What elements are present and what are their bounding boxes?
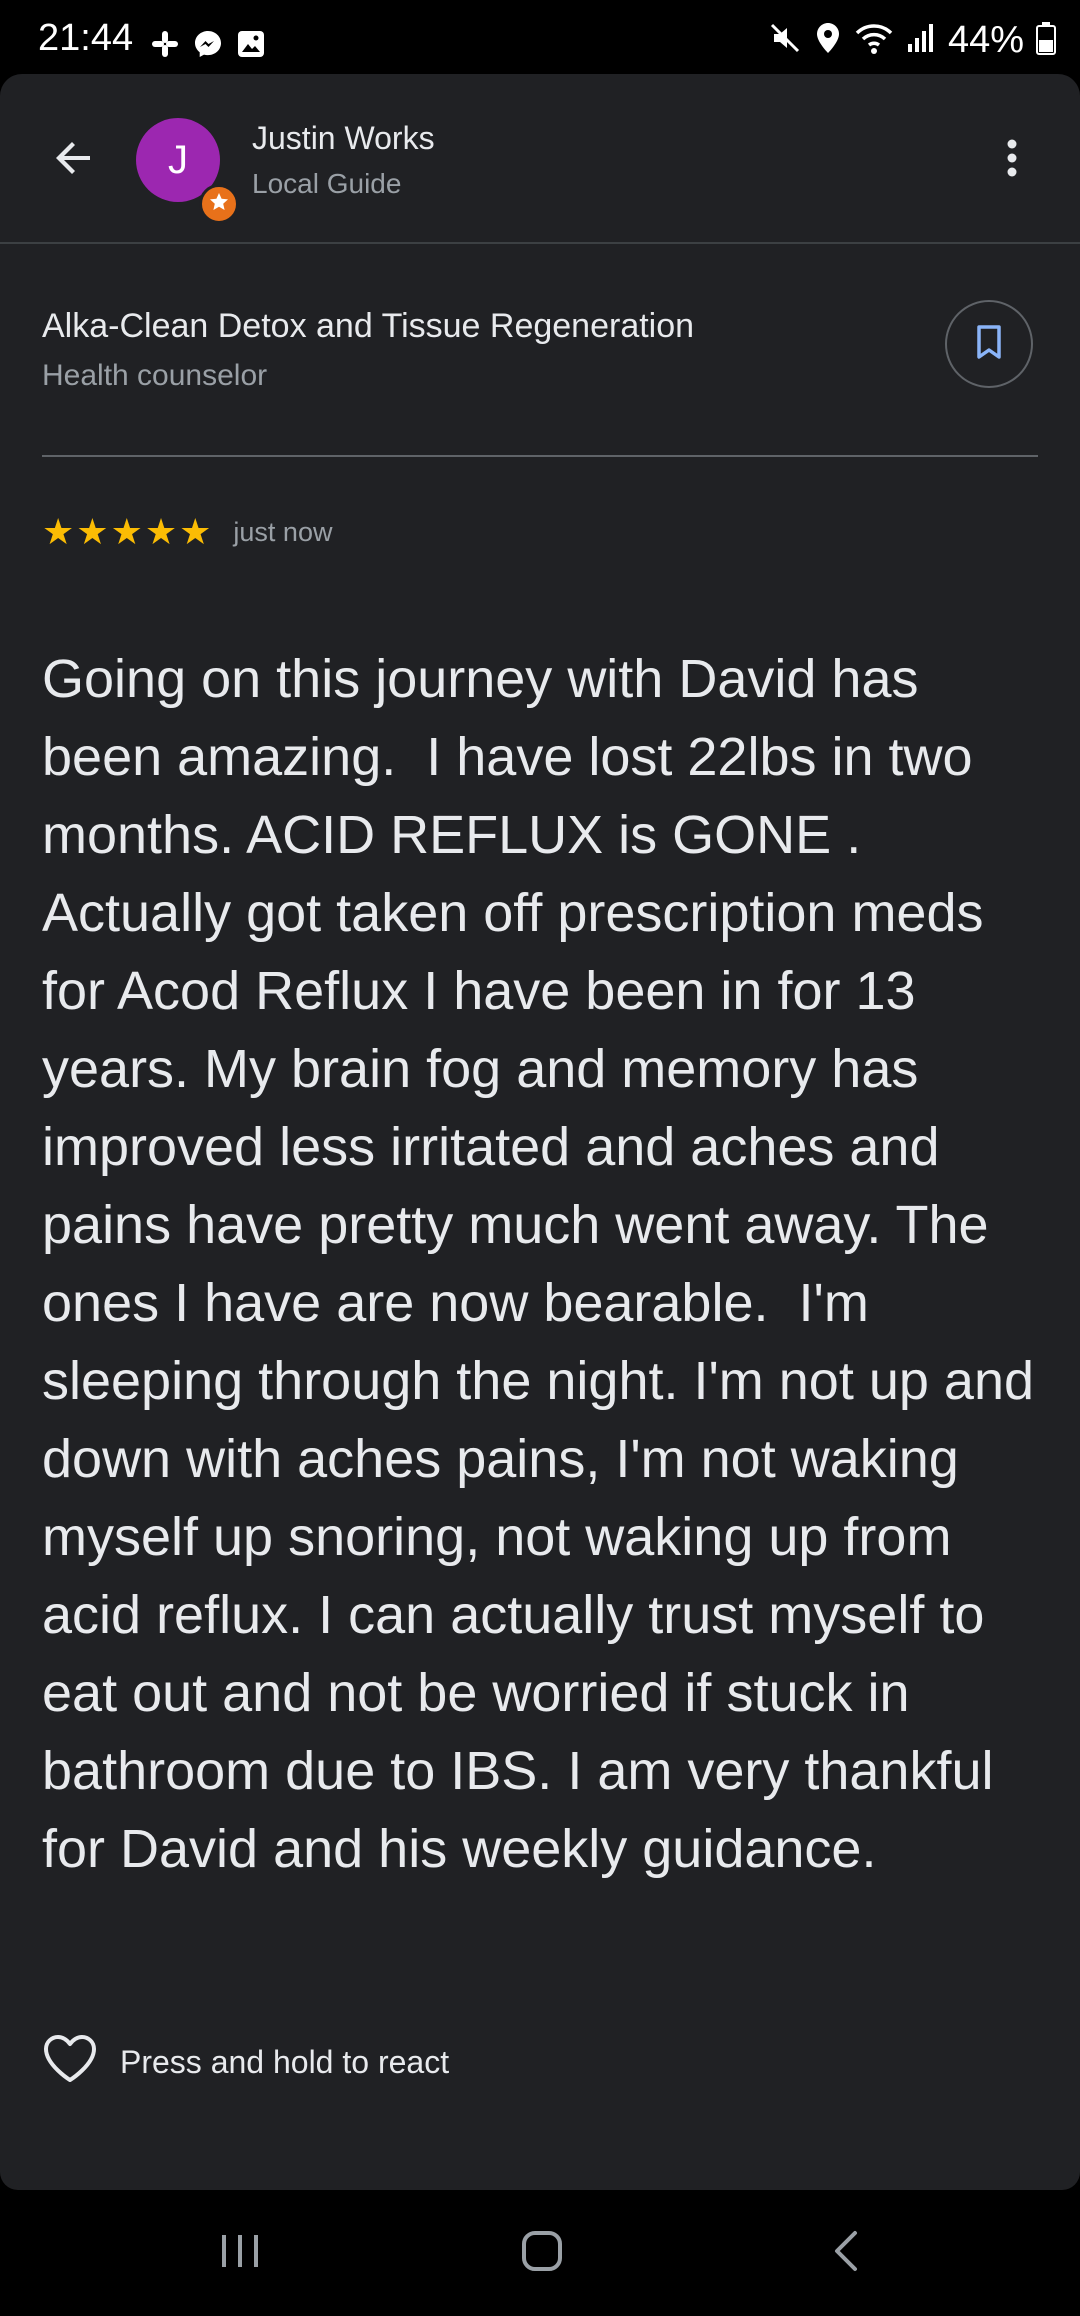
- recent-apps-button[interactable]: [200, 2218, 280, 2288]
- review-screen: J Justin Works Local Guide Alka-Clean De…: [0, 74, 1080, 2190]
- avatar-letter: J: [168, 137, 188, 182]
- back-button[interactable]: [38, 124, 110, 196]
- more-options-button[interactable]: [980, 128, 1044, 192]
- mute-icon: [768, 21, 802, 60]
- bookmark-icon: [974, 324, 1004, 365]
- recent-apps-icon: [216, 2231, 264, 2276]
- react-button[interactable]: Press and hold to react: [42, 2034, 449, 2089]
- slack-icon: [150, 29, 180, 64]
- battery-icon: [1036, 21, 1056, 60]
- home-button[interactable]: [502, 2218, 582, 2288]
- status-right-icons: 44%: [768, 20, 1056, 60]
- status-bar: 21:44 44%: [0, 0, 1080, 74]
- star-badge-icon: [208, 191, 230, 218]
- star-icon: ★: [76, 511, 109, 552]
- messenger-icon: [192, 28, 224, 65]
- place-info[interactable]: Alka-Clean Detox and Tissue Regeneration…: [42, 304, 922, 396]
- more-vert-icon: [1006, 138, 1018, 183]
- review-header: J Justin Works Local Guide: [0, 74, 1080, 242]
- header-divider: [0, 242, 1080, 244]
- heart-icon: [42, 2034, 98, 2089]
- system-back-button[interactable]: [806, 2218, 886, 2288]
- status-left-icons: [150, 28, 266, 65]
- reviewer-subtitle: Local Guide: [252, 168, 402, 199]
- place-divider: [42, 455, 1038, 457]
- place-category: Health counselor: [42, 359, 268, 392]
- star-icon: ★: [110, 511, 143, 552]
- local-guide-badge: [199, 184, 239, 224]
- rating-row: ★ ★ ★ ★ ★ just now: [42, 512, 332, 552]
- system-nav-bar: [0, 2190, 1080, 2316]
- wifi-icon: [854, 21, 894, 60]
- review-time: just now: [233, 517, 333, 547]
- battery-percent: 44%: [947, 19, 1024, 61]
- react-label: Press and hold to react: [120, 2043, 450, 2080]
- status-time: 21:44: [38, 17, 134, 59]
- star-icon: ★: [42, 511, 75, 552]
- gallery-icon: [236, 29, 266, 64]
- save-button[interactable]: [945, 300, 1033, 388]
- star-icon: ★: [144, 511, 178, 552]
- star-rating: ★ ★ ★ ★ ★: [42, 512, 211, 552]
- chevron-left-icon: [831, 2229, 861, 2278]
- home-icon: [520, 2229, 564, 2278]
- signal-icon: [906, 22, 936, 59]
- review-text: Going on this journey with David has bee…: [42, 649, 1050, 1879]
- place-name[interactable]: Alka-Clean Detox and Tissue Regeneration: [42, 304, 922, 348]
- reviewer-name[interactable]: Justin Works: [252, 118, 435, 158]
- location-icon: [814, 21, 842, 60]
- arrow-left-icon: [50, 134, 98, 187]
- star-icon: ★: [179, 511, 212, 552]
